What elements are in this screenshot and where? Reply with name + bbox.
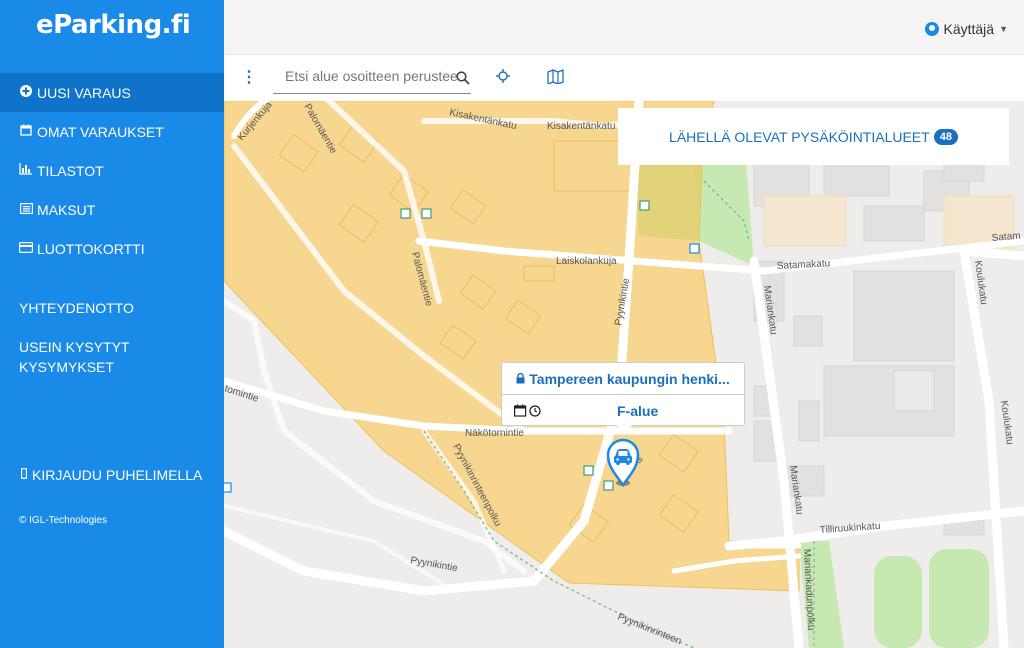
sidebar: eParking.fi UUSI VARAUS OMAT VARAUKSET T…: [0, 0, 224, 648]
bar-chart-icon: [19, 163, 33, 178]
user-menu[interactable]: Käyttäjä ▼: [925, 21, 1008, 37]
sidebar-link-contact[interactable]: YHTEYDENOTTO: [19, 298, 134, 318]
nearby-count-badge: 48: [933, 128, 958, 145]
sidebar-item-label: TILASTOT: [37, 162, 104, 179]
street-label-koulukatu-bottom: Koulukatu: [998, 400, 1015, 446]
sidebar-item-credit-card[interactable]: LUOTTOKORTTI: [0, 229, 224, 268]
map-toolbar: ⋮: [224, 55, 1024, 101]
sidebar-item-payments[interactable]: MAKSUT: [0, 190, 224, 229]
parking-area-popup: Tampereen kaupungin henki... F-alue: [501, 362, 745, 433]
crosshair-icon[interactable]: [496, 69, 510, 88]
street-label-tilliruukinkatu: Tilliruukinkatu: [819, 521, 880, 536]
popup-details-row: F-alue: [502, 395, 744, 426]
copyright-text: © IGL-Technologies: [19, 515, 107, 526]
search-input[interactable]: [285, 68, 457, 84]
street-label-laiskolankuja: Laiskolankuja: [556, 256, 617, 267]
user-label: Käyttäjä: [943, 21, 995, 37]
app-logo[interactable]: eParking.fi: [36, 10, 191, 40]
top-bar: Käyttäjä ▼: [224, 0, 1024, 55]
plus-circle-icon: [19, 85, 33, 100]
user-circle-icon: [925, 22, 940, 36]
calendar-icon: [19, 124, 33, 139]
sidebar-link-faq[interactable]: USEIN KYSYTYT KYSYMYKSET: [19, 337, 169, 377]
sidebar-item-statistics[interactable]: TILASTOT: [0, 151, 224, 190]
map-icon[interactable]: [547, 69, 564, 89]
street-label-nakotomintie: Näkötornintie: [465, 428, 524, 439]
popup-zone-link[interactable]: F-alue: [617, 403, 658, 419]
popup-arrow: [616, 425, 632, 433]
lock-icon: [516, 371, 525, 387]
nearby-label: LÄHELLÄ OLEVAT PYSÄKÖINTIALUEET: [669, 128, 930, 145]
street-label-kisakentankatu-b: Kisakentänkatu: [547, 121, 615, 132]
calendar-clock-icons: [514, 404, 542, 422]
caret-down-icon: ▼: [999, 24, 1008, 34]
street-label-pyynikintie-bottom: Pyynikintie: [409, 555, 458, 574]
popup-title[interactable]: Tampereen kaupungin henki...: [502, 363, 744, 395]
car-marker-icon[interactable]: [606, 437, 640, 494]
search-box: [273, 64, 471, 94]
mobile-icon: [19, 467, 28, 482]
vertical-dots-icon[interactable]: ⋮: [241, 67, 257, 87]
street-label-pyynikinrinteenpolku-bottom: Pyynikinrinteen: [616, 612, 683, 648]
credit-card-icon: [19, 241, 34, 256]
sidebar-item-phone-login[interactable]: KIRJAUDU PUHELIMELLA: [0, 455, 224, 494]
nearby-parking-button[interactable]: LÄHELLÄ OLEVAT PYSÄKÖINTIALUEET 48: [618, 108, 1009, 165]
sidebar-item-my-reservations[interactable]: OMAT VARAUKSET: [0, 112, 224, 151]
sidebar-item-label: MAKSUT: [37, 201, 96, 218]
sidebar-item-label: KIRJAUDU PUHELIMELLA: [32, 466, 203, 483]
sidebar-item-label: LUOTTOKORTTI: [37, 240, 145, 257]
list-icon: [19, 202, 33, 217]
calendar-icon: [514, 404, 541, 417]
search-icon[interactable]: [456, 71, 470, 90]
sidebar-item-label: UUSI VARAUS: [37, 84, 131, 101]
sidebar-item-new-reservation[interactable]: UUSI VARAUS: [0, 73, 224, 112]
street-label-satamakatu: Satamakatu: [777, 258, 831, 272]
sidebar-item-label: OMAT VARAUKSET: [37, 123, 164, 140]
popup-title-text: Tampereen kaupungin henki...: [529, 370, 730, 387]
